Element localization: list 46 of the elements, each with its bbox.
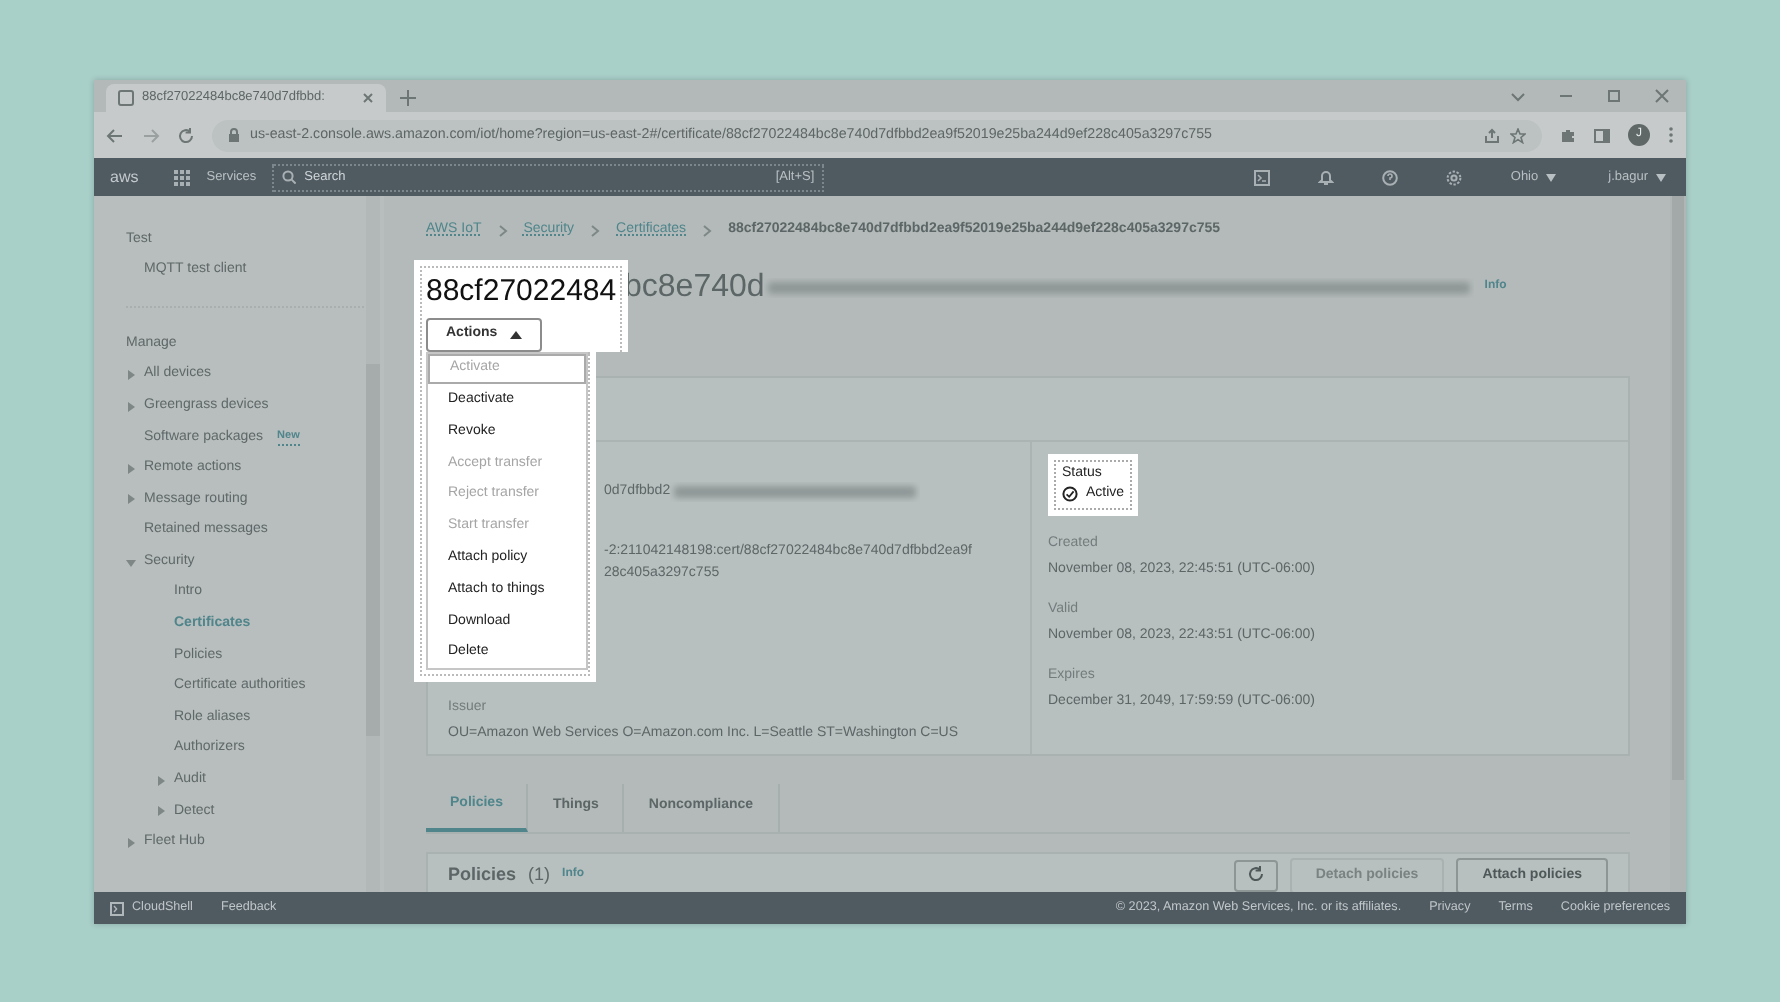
terminal-icon <box>110 901 124 915</box>
refresh-button[interactable] <box>1233 859 1278 892</box>
caret-right-icon[interactable] <box>126 370 136 381</box>
chevron-right-icon <box>590 223 601 238</box>
caret-right-icon[interactable] <box>156 806 166 817</box>
page-icon <box>118 90 134 106</box>
chevron-right-icon <box>702 223 713 238</box>
page-title: 88cf27022484 <box>426 272 617 312</box>
caret-down-icon <box>1656 173 1666 181</box>
terminal-icon[interactable] <box>1254 169 1271 185</box>
grid-icon[interactable] <box>174 169 191 185</box>
caret-down-icon <box>1546 173 1557 181</box>
policy-count: (1) <box>528 862 551 888</box>
close-icon[interactable] <box>1654 88 1670 104</box>
star-icon[interactable] <box>1510 127 1526 143</box>
caret-down-icon[interactable] <box>126 557 136 568</box>
scrollbar[interactable] <box>1670 196 1686 892</box>
new-tab-icon[interactable] <box>400 90 416 106</box>
back-icon[interactable] <box>106 127 124 143</box>
caret-right-icon[interactable] <box>156 775 166 786</box>
maximize-icon[interactable] <box>1606 88 1622 104</box>
check-circle-icon <box>1062 486 1078 503</box>
caret-right-icon[interactable] <box>126 837 136 848</box>
more-icon[interactable] <box>1668 126 1674 144</box>
puzzle-icon[interactable] <box>1560 127 1576 143</box>
side-panel-icon[interactable] <box>1594 127 1610 143</box>
scrollbar-thumb[interactable] <box>1672 196 1684 780</box>
caret-right-icon[interactable] <box>126 494 136 505</box>
forward-icon[interactable] <box>142 127 160 143</box>
scrollbar[interactable] <box>366 196 380 892</box>
caret-right-icon[interactable] <box>126 463 136 474</box>
help-icon[interactable] <box>1382 169 1399 185</box>
caret-right-icon[interactable] <box>126 401 136 412</box>
chevron-down-icon[interactable] <box>1510 88 1526 104</box>
close-icon[interactable] <box>362 92 374 104</box>
share-icon[interactable] <box>1484 127 1500 143</box>
search-icon <box>282 170 297 184</box>
lock-icon <box>228 128 240 142</box>
settings-icon[interactable] <box>1446 169 1463 185</box>
chevron-right-icon <box>497 223 508 238</box>
panel-title: Policies <box>448 862 517 888</box>
aws-logo[interactable]: aws <box>110 165 139 189</box>
refresh-icon <box>1247 865 1264 882</box>
page-title: bc8e740d <box>624 267 765 307</box>
reload-icon[interactable] <box>178 127 194 143</box>
bell-icon[interactable] <box>1318 169 1335 185</box>
